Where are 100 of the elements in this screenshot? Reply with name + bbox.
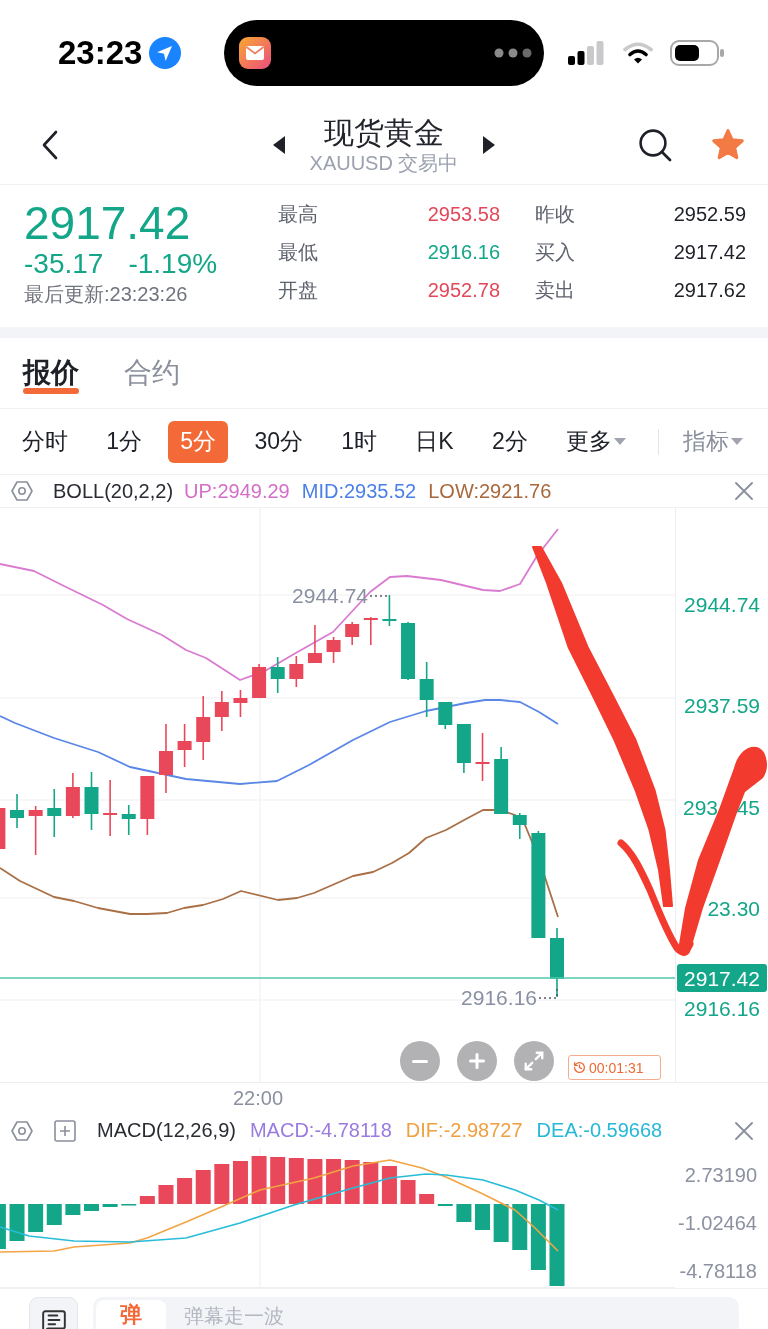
candle xyxy=(401,621,416,681)
interval-tab[interactable]: 更多 xyxy=(554,420,638,463)
comment-input[interactable]: 弹幕走一波 xyxy=(166,1302,736,1329)
histogram-bar xyxy=(400,1180,416,1204)
signal-icon xyxy=(568,41,605,65)
candle xyxy=(121,804,136,836)
histogram-bar xyxy=(512,1204,528,1250)
histogram-bar xyxy=(344,1160,360,1204)
danmaku-badge: 弹 xyxy=(96,1300,166,1329)
stat-value: 2917.42 xyxy=(673,240,746,264)
histogram-bar xyxy=(419,1194,435,1204)
leader-line xyxy=(538,987,558,999)
candle xyxy=(47,788,62,838)
last-price: 2917.42 xyxy=(24,197,192,249)
candle xyxy=(456,723,471,774)
stat-label: 卖出 xyxy=(535,277,575,303)
leader-line xyxy=(369,595,389,597)
histogram-bar xyxy=(381,1166,397,1204)
price-axis-label: 45 xyxy=(736,795,760,819)
candle xyxy=(307,624,322,664)
histogram-bar xyxy=(46,1204,62,1225)
candle xyxy=(382,594,397,627)
boll-upper-value: UP:2949.29 xyxy=(184,479,290,503)
histogram-bar xyxy=(475,1204,490,1230)
candle xyxy=(270,656,285,694)
close-icon[interactable] xyxy=(735,482,753,500)
macd-axis-label: -4.78118 xyxy=(679,1260,757,1282)
minus-icon xyxy=(412,1059,428,1063)
caret-down-icon xyxy=(614,438,626,445)
zoom-out-button[interactable] xyxy=(400,1041,440,1081)
indicator-name: BOLL(20,2,2) xyxy=(53,479,174,503)
candle xyxy=(550,927,564,998)
histogram-bar xyxy=(195,1170,211,1204)
macd-value: MACD:-4.78118 xyxy=(249,1119,392,1142)
candle xyxy=(196,695,211,761)
interval-tab[interactable]: 日K xyxy=(403,420,466,463)
candle xyxy=(233,689,248,718)
candle xyxy=(512,812,527,840)
star-icon[interactable] xyxy=(710,128,746,162)
stat-value: 2952.78 xyxy=(427,278,500,302)
interval-tab[interactable]: 1分 xyxy=(94,420,155,463)
histogram-bar xyxy=(493,1204,509,1242)
candle xyxy=(140,775,155,836)
close-icon[interactable] xyxy=(735,1121,753,1140)
macd-axis-label: -1.02464 xyxy=(678,1212,757,1234)
interval-tab[interactable]: 30分 xyxy=(242,420,315,463)
current-price-badge: 2917.42 xyxy=(677,964,767,992)
dea-value: DEA:-0.59668 xyxy=(536,1119,663,1142)
candle xyxy=(0,808,6,849)
plus-icon xyxy=(469,1053,485,1069)
add-icon[interactable] xyxy=(54,1119,76,1142)
stat-label: 昨收 xyxy=(535,201,575,227)
tab[interactable]: 报价 xyxy=(23,358,79,394)
histogram-bar xyxy=(139,1196,155,1204)
interval-tab[interactable]: 分时 xyxy=(10,420,80,463)
candle xyxy=(438,701,453,730)
dif-value: DIF:-2.98727 xyxy=(405,1119,523,1142)
caret-left-icon[interactable] xyxy=(272,136,285,154)
histogram-bar xyxy=(158,1185,174,1204)
time-axis-label: 22:00 xyxy=(233,1086,284,1110)
stat-label: 开盘 xyxy=(278,277,318,303)
more-dots-icon xyxy=(494,48,533,58)
zoom-in-button[interactable] xyxy=(457,1041,497,1081)
battery-icon xyxy=(670,40,725,66)
histogram-bar xyxy=(0,1204,6,1249)
wifi-icon xyxy=(622,41,655,65)
chevron-left-icon[interactable] xyxy=(41,130,59,160)
candle xyxy=(84,771,99,831)
countdown-text: 00:01:31 xyxy=(589,1059,644,1076)
macd-axis-label: 2.73190 xyxy=(684,1164,757,1186)
stat-value: 2917.62 xyxy=(673,278,746,302)
interval-tab[interactable]: 1时 xyxy=(329,420,390,463)
settings-icon[interactable] xyxy=(11,1120,33,1141)
expand-icon xyxy=(523,1050,545,1072)
histogram-bar xyxy=(177,1178,193,1204)
caret-right-icon[interactable] xyxy=(483,136,496,154)
histogram-bar xyxy=(28,1204,44,1232)
interval-tab[interactable]: 2分 xyxy=(479,420,540,463)
low-price-label: 2916.16 xyxy=(461,986,537,1009)
stat-value: 2916.16 xyxy=(427,240,500,264)
histogram-bar xyxy=(232,1161,248,1204)
candle xyxy=(419,661,434,718)
histogram-bar xyxy=(102,1204,118,1207)
status-time: 23:23 xyxy=(58,33,143,73)
fullscreen-button[interactable] xyxy=(514,1041,554,1081)
price-axis-label: 23.30 xyxy=(707,896,760,920)
histogram-bar xyxy=(363,1162,379,1204)
candle xyxy=(326,636,341,664)
price-axis-label: 2916.16 xyxy=(684,997,760,1020)
candle xyxy=(103,779,118,837)
boll-middle-value: MID:2935.52 xyxy=(301,479,417,503)
candle xyxy=(65,772,80,819)
settings-icon[interactable] xyxy=(11,481,33,501)
indicator-name: MACD(12,26,9) xyxy=(97,1119,236,1142)
percent-change: -1.19% xyxy=(128,249,218,279)
clock-icon xyxy=(573,1061,586,1074)
location-icon xyxy=(149,37,182,69)
stat-value: 2952.59 xyxy=(673,202,746,226)
candle xyxy=(252,663,267,699)
search-icon[interactable] xyxy=(638,128,672,162)
